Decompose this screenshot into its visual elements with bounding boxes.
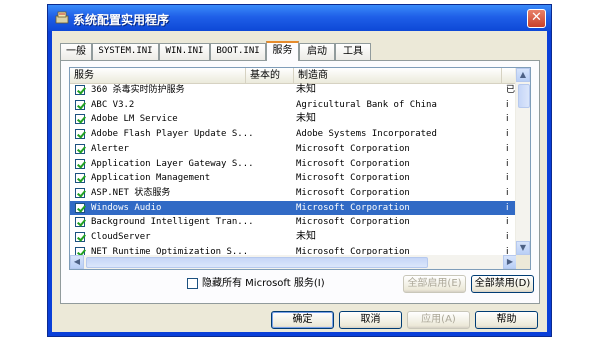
tab-boot-ini[interactable]: BOOT.INI <box>210 43 266 60</box>
window-title: 系统配置实用程序 <box>73 13 170 27</box>
scroll-right-button[interactable]: ▶ <box>503 255 517 269</box>
chevron-right-icon: ▶ <box>506 257 514 266</box>
service-checkbox[interactable] <box>75 232 85 242</box>
tab-startup[interactable]: 启动 <box>299 43 335 60</box>
table-row[interactable]: Adobe LM Service 未知 i <box>70 112 517 127</box>
service-name: Application Layer Gateway S... <box>91 158 254 169</box>
table-row[interactable]: Application Management Microsoft Corporat… <box>70 171 517 186</box>
table-row[interactable]: 360 杀毒实时防护服务 未知 已 <box>70 83 517 98</box>
hscroll-thumb[interactable] <box>86 257 428 268</box>
service-checkbox[interactable] <box>75 217 85 228</box>
service-manufacturer: Microsoft Corporation <box>296 143 410 154</box>
service-manufacturer: Microsoft Corporation <box>296 202 410 213</box>
service-checkbox[interactable] <box>75 143 85 154</box>
service-checkbox[interactable] <box>75 173 85 184</box>
service-status: i <box>506 187 509 198</box>
tab-general[interactable]: 一般 <box>60 43 92 60</box>
close-button[interactable]: ✕ <box>527 9 546 28</box>
table-row[interactable]: Adobe Flash Player Update S... Adobe Syst… <box>70 127 517 142</box>
service-name: ABC V3.2 <box>91 99 135 110</box>
scroll-up-button[interactable]: ▲ <box>516 68 530 82</box>
scroll-thumb[interactable] <box>518 84 530 108</box>
service-manufacturer: Agricultural Bank of China <box>296 99 437 110</box>
service-checkbox[interactable] <box>75 85 85 95</box>
service-name: Application Management <box>91 173 211 184</box>
chevron-down-icon: ▼ <box>519 243 527 252</box>
service-name: Adobe Flash Player Update S... <box>91 129 254 140</box>
service-status: i <box>506 99 509 110</box>
service-name: Alerter <box>91 143 129 154</box>
service-checkbox[interactable] <box>75 114 85 125</box>
tab-services[interactable]: 服务 <box>266 41 299 61</box>
service-manufacturer: 未知 <box>296 84 316 95</box>
service-name: CloudServer <box>91 232 151 242</box>
chevron-left-icon: ◀ <box>73 257 81 266</box>
services-panel: 服务 基本的 制造商 360 杀毒实时防护服务 未知已 ABC V3.2 Agricu… <box>60 60 540 304</box>
scroll-left-button[interactable]: ◀ <box>70 255 84 269</box>
service-name: 360 杀毒实时防护服务 <box>91 85 185 95</box>
tab-tools[interactable]: 工具 <box>335 43 371 60</box>
service-manufacturer: Microsoft Corporation <box>296 173 410 184</box>
table-row[interactable]: Background Intelligent Tran... Microsoft … <box>70 215 517 230</box>
disable-all-button[interactable]: 全部禁用(D) <box>471 275 534 293</box>
service-manufacturer: 未知 <box>296 113 316 125</box>
service-manufacturer: Microsoft Corporation <box>296 158 410 169</box>
service-status: i <box>506 217 509 228</box>
service-status: i <box>506 114 509 125</box>
service-name: Adobe LM Service <box>91 114 178 125</box>
service-checkbox[interactable] <box>75 187 85 198</box>
scroll-down-button[interactable]: ▼ <box>516 241 530 255</box>
service-status: i <box>506 129 509 140</box>
service-name: Background Intelligent Tran... <box>91 217 254 228</box>
hide-microsoft-label: 隐藏所有 Microsoft 服务(I) <box>202 278 325 289</box>
dialog-client-area: 一般 SYSTEM.INI WIN.INI BOOT.INI 服务 启动 工具 … <box>52 31 547 332</box>
vertical-scrollbar[interactable]: ▲ ▼ <box>515 68 530 255</box>
column-header-service[interactable]: 服务 <box>70 68 246 83</box>
service-checkbox[interactable] <box>75 158 85 169</box>
apply-button[interactable]: 应用(A) <box>407 311 470 329</box>
list-header: 服务 基本的 制造商 <box>70 68 517 84</box>
close-icon: ✕ <box>531 10 542 25</box>
column-header-essential[interactable]: 基本的 <box>246 68 294 83</box>
horizontal-scrollbar[interactable]: ◀ ▶ <box>70 255 517 269</box>
cancel-button[interactable]: 取消 <box>339 311 402 329</box>
ok-button[interactable]: 确定 <box>271 311 334 329</box>
service-status: i <box>506 143 509 154</box>
service-status: 已 <box>506 85 516 95</box>
table-row[interactable]: ABC V3.2 Agricultural Bank of China i <box>70 98 517 113</box>
hide-microsoft-checkbox[interactable] <box>187 278 198 289</box>
service-manufacturer: Microsoft Corporation <box>296 187 410 198</box>
service-manufacturer: 未知 <box>296 231 316 242</box>
msconfig-app-icon <box>55 11 69 24</box>
scroll-corner <box>516 255 530 269</box>
table-row[interactable]: Application Layer Gateway S... Microsoft … <box>70 157 517 172</box>
tab-win-ini[interactable]: WIN.INI <box>159 43 210 60</box>
service-checkbox[interactable] <box>75 202 85 213</box>
column-header-manufacturer[interactable]: 制造商 <box>294 68 502 83</box>
service-status: i <box>506 158 509 169</box>
service-name: Windows Audio <box>91 202 162 213</box>
service-status: i <box>506 173 509 184</box>
table-row[interactable]: Alerter Microsoft Corporation i <box>70 142 517 157</box>
table-row[interactable]: CloudServer 未知 i <box>70 230 517 245</box>
table-row[interactable]: Windows Audio Microsoft Corporation i <box>70 200 517 216</box>
chevron-up-icon: ▲ <box>519 70 527 79</box>
service-manufacturer: Adobe Systems Incorporated <box>296 129 437 140</box>
service-name: ASP.NET 状态服务 <box>91 187 171 198</box>
service-checkbox[interactable] <box>75 129 85 140</box>
system-config-window: 系统配置实用程序 ✕ 一般 SYSTEM.INI WIN.INI BOOT.IN… <box>47 4 552 337</box>
service-status: i <box>506 202 509 213</box>
services-list[interactable]: 服务 基本的 制造商 360 杀毒实时防护服务 未知已 ABC V3.2 Agricu… <box>69 67 531 270</box>
table-row[interactable]: ASP.NET 状态服务 Microsoft Corporation i <box>70 186 517 201</box>
service-manufacturer: Microsoft Corporation <box>296 217 410 228</box>
help-button[interactable]: 帮助 <box>475 311 538 329</box>
tab-system-ini[interactable]: SYSTEM.INI <box>92 43 159 60</box>
service-checkbox[interactable] <box>75 99 85 110</box>
enable-all-button[interactable]: 全部启用(E) <box>403 275 466 293</box>
service-status: i <box>506 232 509 242</box>
title-bar[interactable]: 系统配置实用程序 ✕ <box>48 5 551 31</box>
